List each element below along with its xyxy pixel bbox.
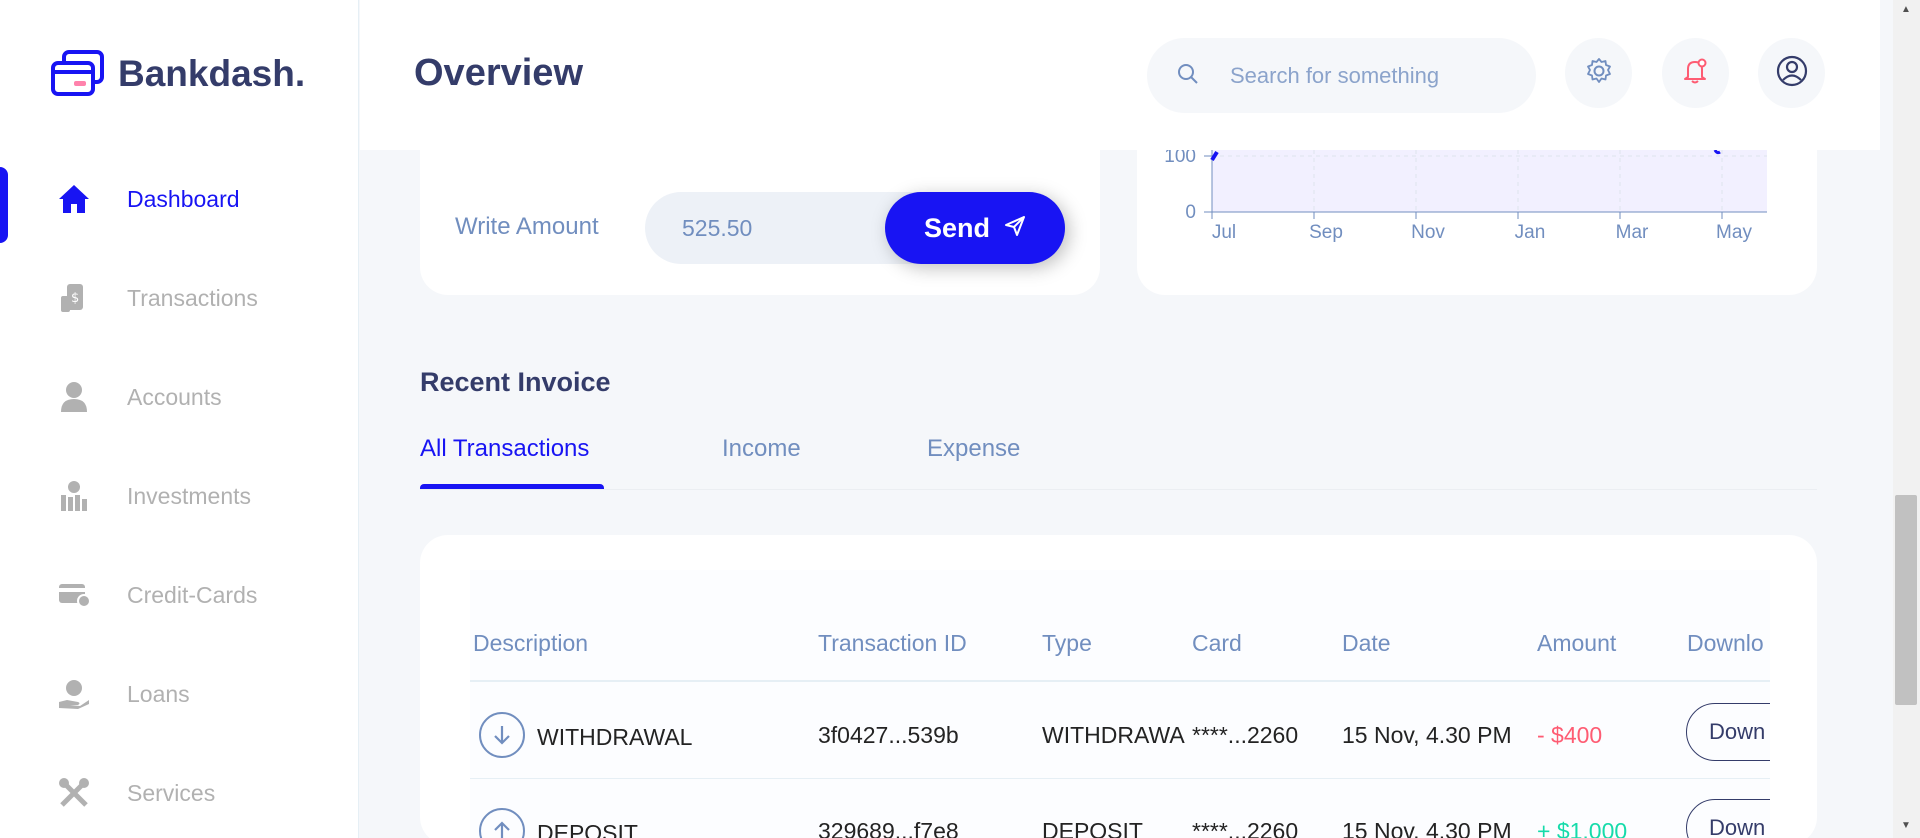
invoice-table[interactable]: Description Transaction ID Type Card Dat…	[470, 570, 1770, 838]
sidebar-item-label: Services	[127, 779, 216, 806]
sidebar-item-label: Transactions	[127, 284, 258, 311]
row-transaction-id: 3f0427...539b	[818, 722, 959, 748]
y-tick-label: 100	[1164, 150, 1196, 167]
send-button[interactable]: Send	[885, 192, 1065, 264]
balance-history-chart: Jul Sep Nov Jan Mar May 100 0	[1137, 146, 1817, 295]
user-icon	[58, 381, 90, 413]
sidebar-item-label: Dashboard	[127, 185, 240, 212]
row-transaction-id: 329689...f7e8	[818, 818, 959, 838]
tab-income[interactable]: Income	[722, 435, 801, 463]
profile-icon	[1776, 55, 1808, 92]
sidebar: Bankdash. Dashboard $ Transactions Accou…	[0, 0, 359, 838]
tab-all-transactions[interactable]: All Transactions	[420, 435, 589, 463]
sidebar-item-investments[interactable]: Investments	[0, 466, 359, 526]
x-tick-label: Mar	[1616, 222, 1649, 243]
row-type: WITHDRAWA	[1042, 722, 1185, 748]
active-tab-indicator	[420, 484, 604, 489]
recent-invoice-title: Recent Invoice	[420, 367, 611, 397]
download-label: Down	[1709, 815, 1766, 838]
sidebar-item-credit-cards[interactable]: Credit-Cards	[0, 565, 359, 625]
x-tick-label: Jan	[1515, 222, 1546, 243]
column-header-type: Type	[1042, 630, 1092, 656]
header-divider	[470, 680, 1770, 682]
home-icon	[58, 183, 90, 215]
tab-divider	[420, 489, 1817, 490]
up-arrow-icon	[479, 808, 525, 838]
column-header-date: Date	[1342, 630, 1391, 656]
notification-icon	[1682, 57, 1710, 90]
investment-icon	[58, 480, 90, 512]
invoice-table-card: Description Transaction ID Type Card Dat…	[420, 535, 1817, 838]
column-header-amount: Amount	[1537, 630, 1617, 656]
transfer-icon: $	[58, 282, 90, 314]
loan-icon	[58, 678, 90, 710]
send-icon	[1004, 213, 1026, 244]
download-button[interactable]: Down	[1686, 799, 1770, 838]
settings-button[interactable]	[1565, 38, 1632, 108]
scroll-up-icon[interactable]: ▲	[1901, 4, 1911, 15]
page-scrollbar[interactable]: ▲ ▼	[1893, 0, 1920, 838]
row-divider	[470, 778, 1770, 779]
sidebar-item-transactions[interactable]: $ Transactions	[0, 268, 359, 328]
logo-icon	[50, 50, 106, 98]
search-bar[interactable]: Search for something	[1147, 38, 1536, 113]
sidebar-item-label: Investments	[127, 482, 251, 509]
sidebar-item-label: Accounts	[127, 383, 222, 410]
sidebar-item-label: Loans	[127, 680, 190, 707]
scroll-down-icon[interactable]: ▼	[1901, 820, 1911, 831]
y-tick-label: 0	[1185, 202, 1196, 223]
row-amount: + $1,000	[1537, 818, 1628, 838]
download-button[interactable]: Down	[1686, 703, 1770, 761]
down-arrow-icon	[479, 712, 525, 758]
column-header-download: Downlo	[1687, 630, 1764, 656]
x-tick-label: Jul	[1212, 222, 1236, 243]
download-label: Down	[1709, 719, 1766, 744]
send-label: Send	[923, 212, 990, 243]
tab-expense[interactable]: Expense	[927, 435, 1020, 463]
sidebar-item-loans[interactable]: Loans	[0, 664, 359, 724]
top-header: Overview Search for something	[360, 0, 1880, 150]
sidebar-item-accounts[interactable]: Accounts	[0, 367, 359, 427]
column-header-card: Card	[1192, 630, 1242, 656]
sidebar-item-services[interactable]: Services	[0, 763, 359, 823]
sidebar-item-label: Credit-Cards	[127, 581, 258, 608]
app-name: Bankdash.	[118, 53, 306, 94]
x-tick-label: Nov	[1411, 222, 1445, 243]
row-card: ****...2260	[1192, 722, 1299, 748]
svg-text:$: $	[71, 291, 79, 306]
sidebar-item-dashboard[interactable]: Dashboard	[0, 167, 359, 243]
scrollbar-thumb[interactable]	[1895, 495, 1917, 705]
chart-area-fill	[1212, 150, 1767, 212]
page-title: Overview	[414, 52, 583, 94]
profile-button[interactable]	[1758, 38, 1825, 108]
search-icon	[1177, 63, 1199, 90]
row-date: 15 Nov, 4.30 PM	[1342, 722, 1512, 748]
active-indicator	[0, 167, 8, 243]
credit-card-icon	[58, 579, 90, 611]
column-header-transaction-id: Transaction ID	[818, 630, 967, 656]
x-tick-label: Sep	[1309, 222, 1343, 243]
amount-value[interactable]: 525.50	[682, 215, 752, 242]
notifications-button[interactable]	[1662, 38, 1729, 108]
amount-label: Write Amount	[455, 213, 599, 240]
column-header-description: Description	[473, 630, 589, 656]
row-date: 15 Nov, 4.30 PM	[1342, 818, 1512, 838]
x-tick-label: May	[1716, 222, 1752, 243]
services-icon	[58, 777, 90, 809]
row-description: DEPOSIT	[537, 820, 638, 838]
search-input[interactable]: Search for something	[1230, 63, 1439, 89]
row-amount: - $400	[1537, 722, 1603, 748]
row-card: ****...2260	[1192, 818, 1299, 838]
gear-icon	[1585, 57, 1613, 90]
logo[interactable]: Bankdash.	[50, 50, 305, 98]
row-type: DEPOSIT	[1042, 818, 1143, 838]
row-description: WITHDRAWAL	[537, 724, 693, 750]
